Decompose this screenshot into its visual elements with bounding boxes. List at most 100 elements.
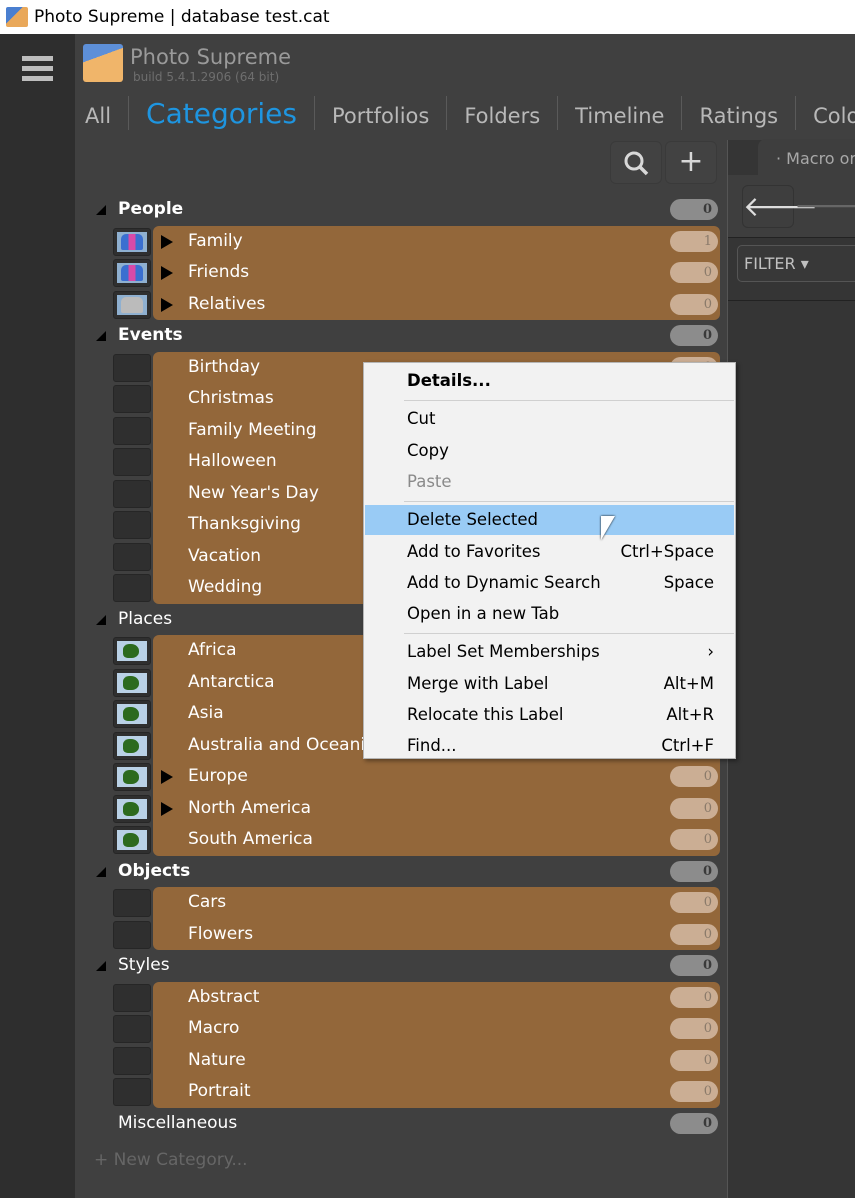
menu-shortcut: Alt+R: [666, 705, 714, 724]
menu-item-add-to-favorites[interactable]: Add to Favorites Ctrl+Space: [365, 537, 734, 567]
label-row[interactable]: Abstract 0: [0, 981, 727, 1013]
menu-item-merge-with-label[interactable]: Merge with Label Alt+M: [365, 669, 734, 699]
collapse-triangle-icon[interactable]: [96, 331, 106, 341]
count-badge: 0: [670, 1049, 718, 1071]
label-thumbnail: [113, 826, 151, 854]
nav-bar: 🡐 🡒: [728, 175, 855, 238]
filter-dropdown[interactable]: FILTER ▾: [737, 245, 855, 282]
collapse-triangle-icon[interactable]: [96, 205, 106, 215]
right-panel: · Macro or N 🡐 🡒 FILTER ▾: [727, 139, 855, 1198]
new-category-button[interactable]: + New Category...: [94, 1150, 248, 1170]
menu-item-label: Paste: [407, 471, 452, 491]
add-category-button[interactable]: +: [665, 141, 717, 184]
filter-label: FILTER: [744, 254, 796, 273]
tab-macro[interactable]: · Macro or N: [758, 139, 855, 175]
menu-item-cut[interactable]: Cut: [365, 404, 734, 434]
thumbnail-image: [117, 263, 147, 283]
tab-ratings[interactable]: Ratings: [682, 96, 797, 130]
menu-item-label: Label Set Memberships: [407, 642, 600, 662]
expand-arrow-icon[interactable]: [161, 801, 173, 816]
count-badge: 0: [670, 797, 718, 819]
menu-item-add-to-dynamic-search[interactable]: Add to Dynamic Search Space: [365, 568, 734, 598]
hamburger-menu-icon[interactable]: [22, 56, 53, 82]
menu-item-find[interactable]: Find... Ctrl+F: [365, 731, 734, 761]
expand-arrow-icon[interactable]: [161, 770, 173, 784]
expand-arrow-icon[interactable]: [161, 297, 173, 312]
label-name: Family Meeting: [188, 419, 317, 440]
category-row[interactable]: Styles 0: [0, 950, 727, 982]
label-row[interactable]: North America 0: [0, 792, 727, 824]
divider: [728, 300, 855, 301]
label-name: Birthday: [188, 356, 261, 377]
category-label: Objects: [118, 860, 191, 881]
collapse-triangle-icon[interactable]: [96, 866, 106, 877]
label-thumbnail: [113, 227, 151, 256]
label-name: Asia: [188, 703, 224, 723]
label-thumbnail: [113, 983, 151, 1012]
menu-item-label: Delete Selected: [407, 510, 538, 530]
menu-item-copy[interactable]: Copy: [365, 436, 734, 466]
category-row[interactable]: People 0: [0, 194, 727, 226]
label-name: Christmas: [188, 388, 274, 408]
label-thumbnail: [113, 479, 151, 508]
label-row[interactable]: Family 1: [0, 225, 727, 257]
tab-all[interactable]: All: [75, 96, 130, 130]
menu-separator: [404, 501, 734, 503]
menu-item-label-set-memberships[interactable]: Label Set Memberships ›: [365, 637, 734, 667]
menu-shortcut: Alt+M: [663, 673, 714, 693]
collapse-triangle-icon[interactable]: [96, 961, 106, 971]
menu-item-relocate-this-label[interactable]: Relocate this Label Alt+R: [365, 700, 734, 730]
category-row[interactable]: Events 0: [0, 320, 727, 352]
menu-item-delete-selected[interactable]: Delete Selected: [365, 505, 734, 536]
count-badge: 0: [670, 860, 718, 882]
tab-folders[interactable]: Folders: [447, 96, 559, 130]
label-row[interactable]: Europe 0: [0, 761, 727, 793]
thumbnail-image: [117, 798, 147, 819]
forward-arrow-icon[interactable]: 🡒: [794, 185, 855, 228]
category-row[interactable]: Objects 0: [0, 856, 727, 888]
menu-item-open-in-a-new-tab[interactable]: Open in a new Tab: [365, 599, 734, 629]
count-badge: 0: [670, 766, 718, 787]
label-row[interactable]: Relatives 0: [0, 288, 727, 320]
menu-item-label: Add to Favorites: [407, 541, 541, 561]
label-row[interactable]: Cars 0: [0, 887, 727, 919]
tab-timeline[interactable]: Timeline: [558, 96, 683, 130]
label-row[interactable]: Macro 0: [0, 1013, 727, 1045]
collapse-triangle-icon[interactable]: [96, 614, 106, 625]
category-label: Places: [118, 608, 173, 629]
label-row[interactable]: Portrait 0: [0, 1076, 727, 1108]
category-label: Styles: [118, 955, 170, 975]
count-badge: 0: [670, 829, 718, 850]
tab-colors[interactable]: Colors: [796, 96, 855, 130]
back-arrow-icon[interactable]: 🡐: [742, 185, 818, 228]
category-label: People: [118, 199, 184, 219]
count-badge: 0: [670, 1018, 718, 1039]
menu-separator: [404, 633, 734, 635]
label-row[interactable]: Flowers 0: [0, 918, 727, 950]
expand-arrow-icon[interactable]: [161, 234, 173, 249]
label-name: Antarctica: [188, 671, 275, 692]
label-row[interactable]: Friends 0: [0, 257, 727, 289]
search-button[interactable]: [610, 141, 662, 184]
count-badge: 0: [670, 199, 718, 220]
tab-portfolios[interactable]: Portfolios: [315, 96, 448, 130]
label-thumbnail: [113, 920, 151, 949]
count-badge: 0: [670, 262, 718, 283]
menu-item-label: Cut: [407, 409, 436, 429]
label-name: Abstract: [188, 986, 260, 1007]
label-row[interactable]: Nature 0: [0, 1044, 727, 1076]
tab-categories[interactable]: Categories: [129, 96, 315, 130]
label-thumbnail: [113, 889, 151, 917]
plus-icon: +: [678, 144, 704, 179]
menu-item-label: Find...: [407, 736, 457, 756]
expand-arrow-icon[interactable]: [161, 266, 173, 280]
count-badge: 0: [670, 293, 718, 315]
menu-item-details[interactable]: Details...: [365, 366, 734, 396]
label-thumbnail: [113, 448, 151, 476]
label-name: Halloween: [188, 451, 277, 471]
label-name: North America: [188, 797, 312, 818]
menu-item-label: Open in a new Tab: [407, 604, 560, 624]
label-row[interactable]: South America 0: [0, 824, 727, 856]
category-row[interactable]: Miscellaneous 0: [0, 1108, 727, 1140]
label-band: [153, 887, 720, 919]
